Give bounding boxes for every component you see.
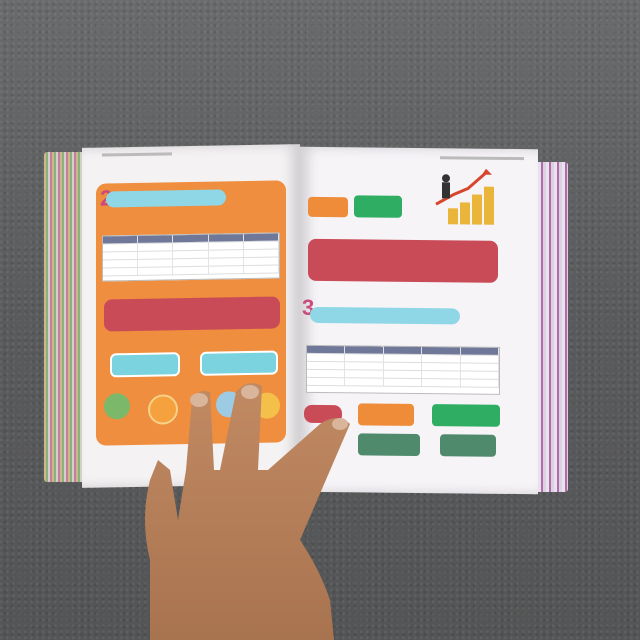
running-head-left bbox=[102, 152, 172, 157]
formula-term-orange bbox=[358, 403, 414, 426]
teal-label-box bbox=[110, 352, 180, 378]
orange-panel: 2 bbox=[96, 180, 286, 446]
section-title-bar bbox=[310, 306, 460, 325]
running-head-right bbox=[440, 156, 524, 161]
orange-box bbox=[308, 196, 348, 218]
teal-label-box bbox=[200, 350, 278, 376]
data-table bbox=[102, 232, 280, 282]
green-box bbox=[354, 195, 402, 218]
page-edges-right bbox=[538, 162, 568, 492]
gear-icon bbox=[148, 394, 178, 425]
open-book: 2 bbox=[44, 142, 568, 498]
formula-term-margin bbox=[440, 434, 496, 457]
formula-term-red bbox=[304, 404, 342, 424]
formula-term-green bbox=[432, 404, 500, 427]
section-title-bar bbox=[106, 189, 226, 208]
globe-icon bbox=[104, 393, 130, 420]
formula-term-turnover bbox=[358, 433, 420, 457]
data-table bbox=[306, 344, 500, 395]
growth-coins-illustration bbox=[435, 168, 494, 225]
red-text-banner bbox=[104, 296, 280, 332]
chart-icon bbox=[216, 391, 242, 418]
left-page: 2 bbox=[82, 144, 300, 488]
right-page: 3 bbox=[300, 146, 538, 495]
coin-icon bbox=[254, 392, 280, 419]
page-edges-left bbox=[44, 152, 86, 482]
red-text-banner bbox=[308, 238, 498, 283]
